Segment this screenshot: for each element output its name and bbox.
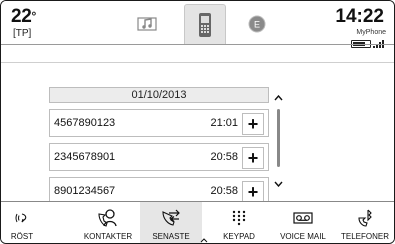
tp-indicator: [TP] — [13, 28, 32, 39]
header-divider — [1, 44, 394, 45]
keypad-icon — [232, 210, 246, 226]
source-tab-phone[interactable] — [184, 4, 226, 44]
call-time: 21:01 — [210, 117, 238, 129]
nav-label: VOICE MAIL — [280, 232, 326, 241]
nav-voicemail[interactable]: VOICE MAIL — [278, 202, 328, 243]
add-contact-button[interactable]: + — [242, 147, 264, 169]
e-circle-icon: E — [248, 15, 266, 33]
add-contact-button[interactable]: + — [242, 181, 264, 203]
add-contact-button[interactable]: + — [242, 113, 264, 135]
call-row[interactable]: 2345678901 20:58 + — [49, 143, 269, 171]
connected-device-name: MyPhone — [356, 29, 386, 36]
bottom-nav: RÖST KONTAKTER SENASTE KEYPAD VOICE MAIL… — [1, 201, 394, 243]
call-time: 20:58 — [210, 185, 238, 197]
date-header: 01/10/2013 — [49, 87, 269, 103]
recent-calls-list: 01/10/2013 4567890123 21:01 + 2345678901… — [49, 87, 269, 205]
call-number: 2345678901 — [54, 151, 116, 163]
nav-keypad[interactable]: KEYPAD — [219, 202, 259, 243]
subheader-divider — [1, 62, 394, 63]
voicemail-icon — [293, 212, 313, 224]
call-row[interactable]: 4567890123 21:01 + — [49, 109, 269, 137]
status-bar: 22° [TP] E 14:22 MyPhone — [1, 1, 394, 48]
voice-icon — [15, 213, 27, 223]
nav-contacts[interactable]: KONTAKTER — [81, 202, 135, 243]
nav-voice[interactable]: RÖST — [5, 202, 39, 243]
nav-phones[interactable]: TELEFONER — [338, 202, 392, 243]
source-tab-e[interactable]: E — [237, 6, 277, 42]
phone-screen: 22° [TP] E 14:22 MyPhone 01/10/2013 4567… — [0, 0, 395, 244]
nav-label: KEYPAD — [223, 232, 255, 241]
nav-label: RÖST — [10, 232, 34, 241]
nav-label: SENASTE — [152, 232, 190, 241]
call-number: 8901234567 — [54, 185, 116, 197]
recent-calls-icon — [162, 209, 180, 226]
nav-label: TELEFONER — [340, 232, 389, 241]
temperature-unit: ° — [31, 9, 37, 23]
scrollbar[interactable] — [277, 109, 280, 167]
scroll-down-icon[interactable] — [274, 179, 283, 190]
scroll-up-icon[interactable] — [274, 93, 283, 104]
nav-recent[interactable]: SENASTE — [140, 202, 202, 243]
music-note-icon — [137, 17, 157, 31]
chevron-up-icon — [200, 236, 208, 243]
contacts-icon — [98, 209, 117, 227]
call-time: 20:58 — [210, 151, 238, 163]
temperature-value: 22 — [11, 6, 32, 27]
svg-text:E: E — [254, 20, 260, 30]
phone-device-icon — [199, 12, 211, 37]
call-number: 4567890123 — [54, 117, 116, 129]
source-tab-music[interactable] — [127, 6, 167, 42]
temperature-display: 22° — [11, 7, 36, 27]
nav-label: KONTAKTER — [83, 232, 133, 241]
phones-icon — [358, 209, 372, 227]
clock: 14:22 — [335, 6, 384, 27]
